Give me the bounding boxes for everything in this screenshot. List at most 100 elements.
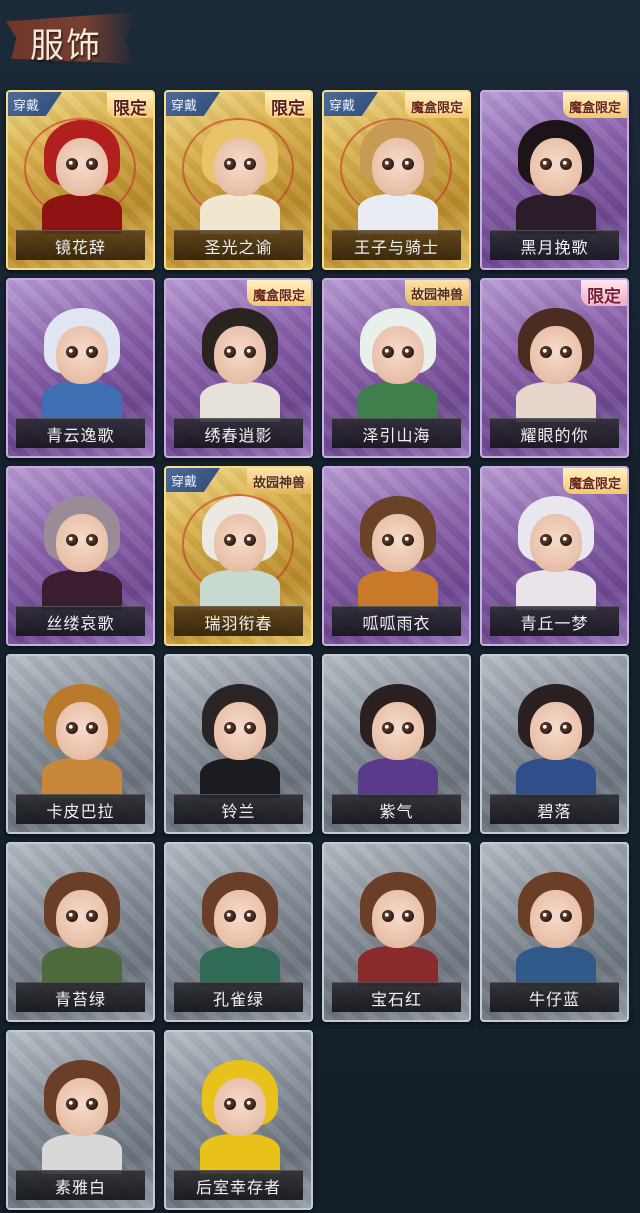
portrait-face: [372, 702, 424, 760]
portrait-face: [530, 890, 582, 948]
portrait-outfit: [42, 382, 122, 422]
costume-name: 丝缕哀歌: [16, 606, 145, 636]
portrait-face: [56, 326, 108, 384]
portrait-outfit: [200, 946, 280, 986]
portrait-eye: [540, 158, 552, 170]
portrait-eye: [66, 1098, 78, 1110]
costume-card[interactable]: 紫气: [322, 654, 471, 834]
portrait-eye: [66, 722, 78, 734]
character-portrait: [346, 482, 450, 610]
character-portrait: [188, 482, 292, 610]
portrait-face: [372, 138, 424, 196]
costume-card[interactable]: 后室幸存者: [164, 1030, 313, 1210]
portrait-outfit: [42, 570, 122, 610]
portrait-face: [530, 138, 582, 196]
portrait-eye: [382, 722, 394, 734]
character-portrait: [188, 858, 292, 986]
portrait-outfit: [516, 570, 596, 610]
character-portrait: [30, 858, 134, 986]
character-portrait: [30, 482, 134, 610]
portrait-outfit: [200, 382, 280, 422]
portrait-eye: [244, 534, 256, 546]
portrait-eye: [244, 722, 256, 734]
costume-card[interactable]: 魔盒限定绣春逍影: [164, 278, 313, 458]
portrait-outfit: [42, 758, 122, 798]
costume-card[interactable]: 穿戴 限定 镜花辞: [6, 90, 155, 270]
costume-card[interactable]: 素雅白: [6, 1030, 155, 1210]
portrait-eye: [224, 1098, 236, 1110]
costume-card[interactable]: 宝石红: [322, 842, 471, 1022]
costume-screen: 服饰 穿戴 限定 镜花辞 穿戴 限定 圣光之谕 穿戴 魔盒限定 王子与骑士 魔盒限定 黑月挽歌 青云逸…: [0, 0, 640, 1213]
portrait-face: [530, 702, 582, 760]
portrait-eye: [560, 534, 572, 546]
costume-card[interactable]: 丝缕哀歌: [6, 466, 155, 646]
portrait-eye: [66, 910, 78, 922]
portrait-face: [372, 514, 424, 572]
costume-card[interactable]: 穿戴 限定 圣光之谕: [164, 90, 313, 270]
rarity-tag: 魔盒限定: [246, 280, 311, 306]
portrait-face: [530, 326, 582, 384]
costume-card[interactable]: 青云逸歌: [6, 278, 155, 458]
portrait-outfit: [200, 758, 280, 798]
costume-name: 碧落: [490, 794, 619, 824]
costume-name: 绣春逍影: [174, 418, 303, 448]
portrait-eye: [560, 722, 572, 734]
portrait-face: [214, 1078, 266, 1136]
portrait-eye: [86, 534, 98, 546]
portrait-eye: [560, 910, 572, 922]
portrait-eye: [86, 722, 98, 734]
portrait-eye: [402, 346, 414, 358]
portrait-eye: [402, 910, 414, 922]
portrait-eye: [86, 346, 98, 358]
costume-name: 瑞羽衔春: [174, 606, 303, 636]
costume-card[interactable]: 穿戴 魔盒限定 王子与骑士: [322, 90, 471, 270]
costume-card[interactable]: 孔雀绿: [164, 842, 313, 1022]
rarity-tag: 故园神兽: [404, 280, 469, 306]
costume-card[interactable]: 故园神兽泽引山海: [322, 278, 471, 458]
portrait-face: [214, 138, 266, 196]
costume-card[interactable]: 魔盒限定 青丘一梦: [480, 466, 629, 646]
rarity-tag: 限定: [265, 92, 311, 119]
costume-name: 呱呱雨衣: [332, 606, 461, 636]
portrait-outfit: [358, 570, 438, 610]
portrait-face: [214, 890, 266, 948]
costume-name: 牛仔蓝: [490, 982, 619, 1012]
character-portrait: [504, 482, 608, 610]
costume-card[interactable]: 卡皮巴拉: [6, 654, 155, 834]
rarity-tag: 魔盒限定: [404, 92, 469, 118]
portrait-eye: [224, 158, 236, 170]
portrait-outfit: [358, 946, 438, 986]
costume-card[interactable]: 限定耀眼的你: [480, 278, 629, 458]
portrait-outfit: [516, 382, 596, 422]
portrait-eye: [540, 346, 552, 358]
costume-card[interactable]: 穿戴 故园神兽 瑞羽衔春: [164, 466, 313, 646]
character-portrait: [504, 106, 608, 234]
portrait-eye: [382, 910, 394, 922]
costume-name: 孔雀绿: [174, 982, 303, 1012]
portrait-face: [214, 514, 266, 572]
costume-name: 宝石红: [332, 982, 461, 1012]
character-portrait: [30, 106, 134, 234]
costume-name: 卡皮巴拉: [16, 794, 145, 824]
costume-card[interactable]: 呱呱雨衣: [322, 466, 471, 646]
character-portrait: [346, 858, 450, 986]
costume-card[interactable]: 碧落: [480, 654, 629, 834]
costume-card[interactable]: 铃兰: [164, 654, 313, 834]
costume-name: 泽引山海: [332, 418, 461, 448]
portrait-face: [56, 890, 108, 948]
costume-name: 耀眼的你: [490, 418, 619, 448]
portrait-eye: [244, 346, 256, 358]
costume-card[interactable]: 牛仔蓝: [480, 842, 629, 1022]
costume-card[interactable]: 青苔绿: [6, 842, 155, 1022]
portrait-face: [56, 702, 108, 760]
portrait-eye: [540, 534, 552, 546]
portrait-face: [56, 514, 108, 572]
portrait-outfit: [42, 194, 122, 234]
portrait-eye: [224, 722, 236, 734]
costume-card[interactable]: 魔盒限定 黑月挽歌: [480, 90, 629, 270]
portrait-outfit: [42, 1134, 122, 1174]
portrait-eye: [540, 910, 552, 922]
rarity-tag: 限定: [581, 280, 627, 307]
character-portrait: [188, 294, 292, 422]
portrait-eye: [86, 910, 98, 922]
